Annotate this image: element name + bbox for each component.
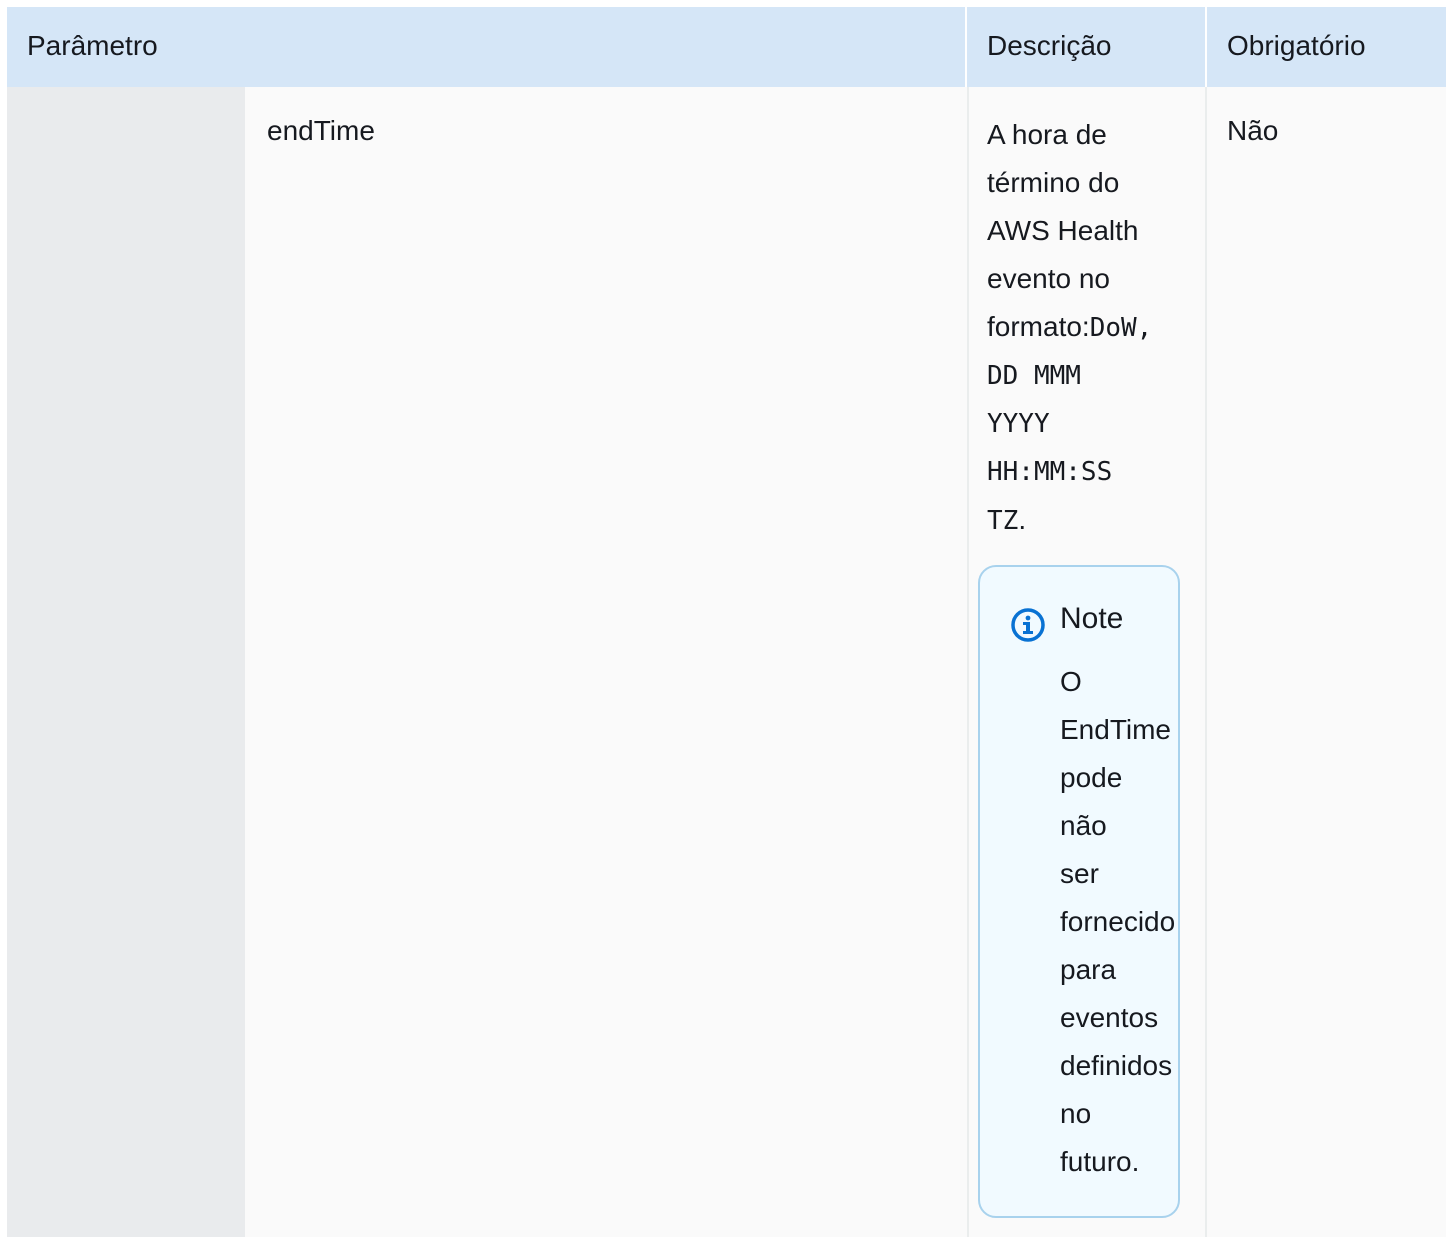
note-line: futuro. xyxy=(1060,1146,1140,1177)
description-line: AWS Health xyxy=(987,215,1139,246)
parameters-table: Parâmetro Descrição Obrigatório endTime … xyxy=(7,7,1446,1237)
note-line: não xyxy=(1060,810,1107,841)
parameter-name: endTime xyxy=(267,115,375,146)
note-line: O xyxy=(1060,666,1082,697)
format-label: formato: xyxy=(987,311,1090,342)
indent-cell xyxy=(7,87,245,1237)
header-required: Obrigatório xyxy=(1205,7,1446,87)
note-title: Note xyxy=(1060,602,1124,635)
description-line: evento no xyxy=(987,263,1110,294)
note-line: pode xyxy=(1060,762,1123,793)
description-line: A hora de xyxy=(987,119,1107,150)
note-body: O EndTime pode não ser fornecido para ev… xyxy=(1060,658,1200,1186)
format-code-line: HH:MM:SS xyxy=(987,457,1113,487)
note-line: EndTime xyxy=(1060,714,1172,745)
format-code: DoW, xyxy=(1089,313,1153,343)
format-code: TZ xyxy=(987,506,1019,536)
description-line: TZ. xyxy=(987,496,1187,545)
info-icon xyxy=(1011,608,1045,642)
note-line: fornecido xyxy=(1060,906,1176,937)
required-cell: Não xyxy=(1205,87,1446,1237)
note-line: definidos xyxy=(1060,1050,1173,1081)
format-code-line: DD MMM xyxy=(987,361,1081,391)
header-description: Descrição xyxy=(965,7,1205,87)
description-line: formato:DoW, xyxy=(987,303,1187,352)
format-code-line: YYYY xyxy=(987,409,1050,439)
table-row: endTime A hora de término do AWS Health … xyxy=(7,87,1446,1237)
note-line: ser xyxy=(1060,858,1099,889)
period: . xyxy=(1018,504,1027,535)
note-line: no xyxy=(1060,1098,1092,1129)
required-value: Não xyxy=(1227,115,1279,146)
description-line: término do xyxy=(987,167,1120,198)
table-header: Parâmetro Descrição Obrigatório xyxy=(7,7,1446,87)
note-line: para xyxy=(1060,954,1117,985)
header-parameter: Parâmetro xyxy=(27,30,158,61)
note-line: eventos xyxy=(1060,1002,1159,1033)
description-text: A hora de término do AWS Health evento n… xyxy=(987,111,1187,545)
